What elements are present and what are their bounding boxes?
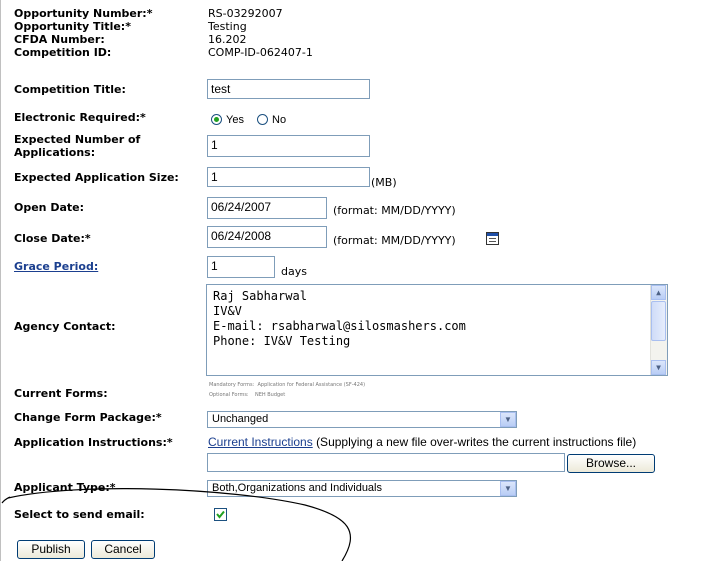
annotation-ellipse: [1, 488, 352, 561]
